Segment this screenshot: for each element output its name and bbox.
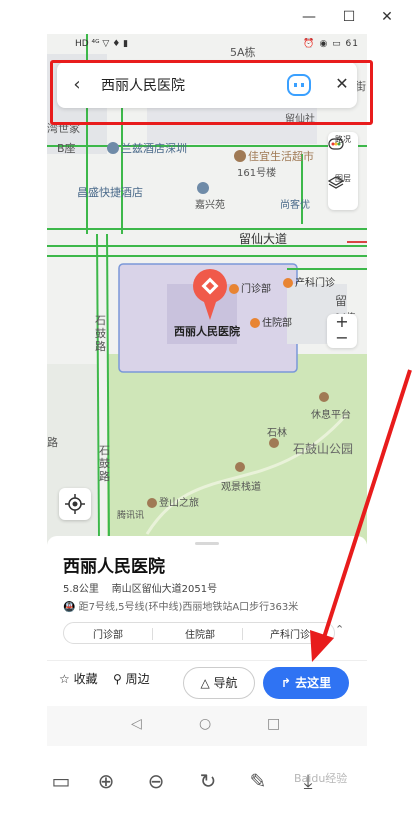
map-label: 嘉兴苑 [195,200,225,211]
status-left: HD ⁴ᴳ ▽ ♦ ▮ [75,39,129,49]
zoom-out-icon[interactable]: ⊖ [143,768,169,794]
map-label [197,182,211,195]
zoom-in-icon[interactable]: ⊕ [93,768,119,794]
watermark: Baidu经验 [294,772,348,785]
navigate-button[interactable]: △ 导航 [183,667,255,699]
layers-button[interactable]: 图层 [328,171,358,209]
map-label [235,462,247,473]
zoom-out-icon[interactable]: − [327,330,357,346]
scenic-icon [235,462,245,472]
turn-arrow-icon: ↱ [280,676,291,690]
android-nav-bar: ◁ ○ □ [47,706,367,746]
map-label: B座 [57,142,76,155]
address: 南山区留仙大道2051号 [111,584,218,595]
map-label: 观景栈道 [221,482,261,493]
annotation-box [50,60,373,125]
hotel-icon [107,142,119,154]
locate-icon [65,494,85,514]
map-label: 西丽人民医院 [174,325,240,338]
minimize-icon[interactable]: — [300,8,318,26]
drag-handle[interactable] [195,542,219,545]
map-label: 留仙大道 [239,232,288,246]
tab-menzhenbu[interactable]: 门诊部 [68,626,148,641]
map-label: 留 [335,294,348,308]
recents-nav-icon[interactable]: □ [267,716,280,732]
map-label: 佳宜生活超市 [234,148,314,164]
map-label: 产科门诊 [283,274,335,289]
clinic-icon [250,318,260,328]
back-nav-icon[interactable]: ◁ [131,716,142,732]
map-label: 161号楼 [237,168,277,179]
locate-button[interactable] [59,488,91,520]
close-icon[interactable]: ✕ [378,8,396,26]
map-label: 石林 [267,428,287,439]
viewer-frame: — ☐ ✕ 湾世家 B座 5A栋 街 留仙社 兰兹酒店深圳 佳宜生活超市 161… [0,0,413,824]
divider [242,628,243,640]
clinic-icon [229,284,239,294]
go-here-button[interactable]: ↱ 去这里 [263,667,349,699]
map-label: 腾讯讯 [117,511,145,521]
map-label: 昌盛快捷酒店 [77,186,143,199]
zoom-control[interactable]: + − [327,314,357,348]
place-meta: 5.8公里 南山区留仙大道2051号 [63,580,217,595]
edit-icon[interactable]: ✎ [245,768,271,794]
layers-icon [328,176,344,189]
panel-icon[interactable]: ▭ [48,768,74,794]
tab-zhuyuanbu[interactable]: 住院部 [160,626,240,641]
map-label: 登山之旅 [147,494,199,509]
map-tools: 路况 图层 [328,132,358,210]
status-right: ⏰ ◉ ▭ 61 [303,39,359,49]
map-label: 石鼓路 [99,444,110,483]
navigation-icon: △ [200,676,210,690]
clinic-icon [283,278,293,288]
map-label: 兰兹酒店深圳 [107,140,187,156]
map-label: 住院部 [250,314,292,329]
maximize-icon[interactable]: ☐ [340,8,358,26]
map-label: 尚客优 [280,200,310,211]
scenic-icon [147,498,157,508]
rotate-icon[interactable]: ↻ [195,768,221,794]
traffic-icon [328,138,344,150]
shop-icon [234,150,246,162]
scenic-icon [269,438,279,448]
map-label: 路 [47,436,58,449]
star-icon: ☆ [59,672,70,686]
annotation-arrow [310,369,412,662]
status-bar: HD ⁴ᴳ ▽ ♦ ▮ ⏰ ◉ ▭ 61 [47,34,367,56]
transit-text: 距7号线,5号线(环中线)西丽地铁站A口步行363米 [78,602,299,613]
nearby-button[interactable]: ⚲ 周边 [113,670,150,687]
place-title: 西丽人民医院 [63,557,165,577]
map-label: 石鼓路 [95,314,106,353]
distance: 5.8公里 [63,584,99,595]
traffic-button[interactable]: 路况 [328,132,358,170]
map-label [269,438,281,449]
road-line [96,233,100,544]
home-nav-icon[interactable]: ○ [199,716,211,732]
map-label: 门诊部 [229,280,271,295]
transit-info: 🚇 距7号线,5号线(环中线)西丽地铁站A口步行363米 [63,598,298,613]
subway-icon: 🚇 [63,602,76,613]
search-icon: ⚲ [113,672,122,686]
residential-icon [197,182,209,194]
collect-button[interactable]: ☆ 收藏 [59,670,98,687]
divider [152,628,153,640]
